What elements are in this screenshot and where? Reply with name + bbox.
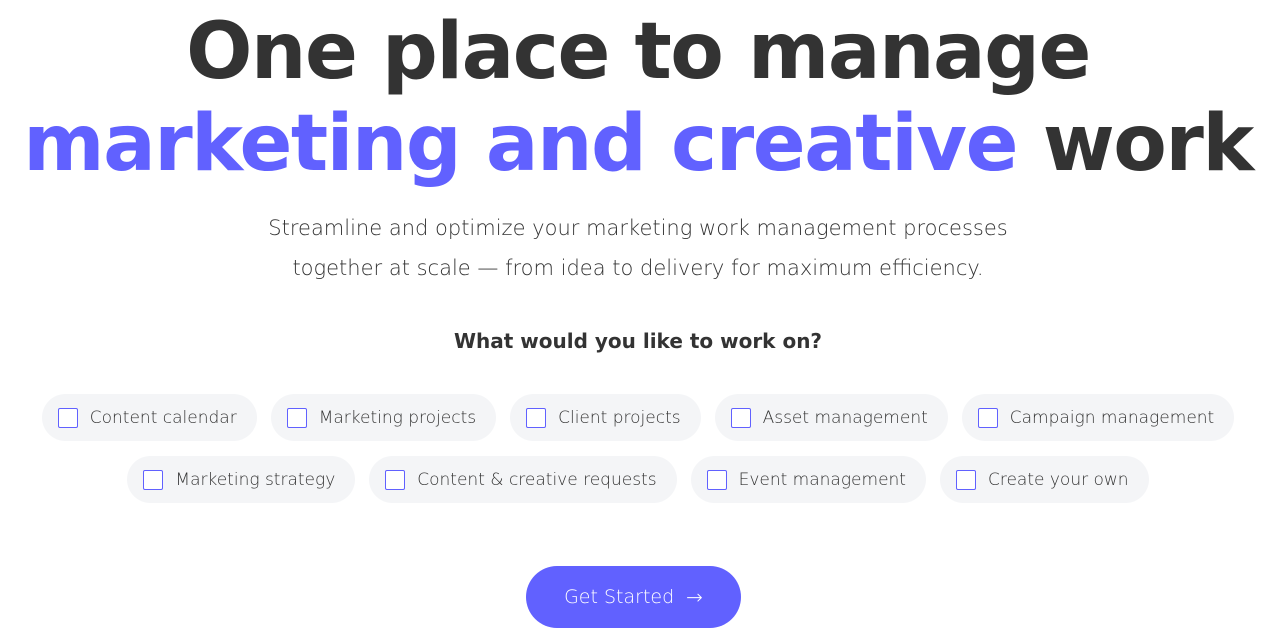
work-question-heading: What would you like to work on? [453,329,823,353]
subtitle-line2: together at scale — from idea to deliver… [292,256,984,280]
option-content-calendar[interactable]: Content calendar [41,394,257,441]
checkbox[interactable] [385,469,406,490]
option-label: Client projects [558,407,681,428]
option-campaign-management[interactable]: Campaign management [961,394,1235,441]
checkbox[interactable] [955,469,976,490]
option-label: Asset management [762,407,928,428]
checkbox[interactable] [526,407,547,428]
hero-subtitle: Streamline and optimize your marketing w… [0,208,1276,288]
options-row-2: Marketing strategy Content & creative re… [0,456,1276,503]
option-label: Content calendar [89,407,237,428]
hero-title: One place to manage marketing and creati… [0,6,1276,190]
option-label: Campaign management [1009,407,1215,428]
option-marketing-projects[interactable]: Marketing projects [270,394,497,441]
hero-title-line1: One place to manage [186,7,1091,97]
subtitle-line1: Streamline and optimize your marketing w… [268,216,1008,240]
checkbox[interactable] [730,407,751,428]
option-label: Marketing projects [318,407,477,428]
option-marketing-strategy[interactable]: Marketing strategy [127,456,356,503]
option-create-your-own[interactable]: Create your own [939,456,1149,503]
checkbox[interactable] [57,407,78,428]
get-started-label: Get Started [564,586,675,608]
checkbox[interactable] [143,469,164,490]
option-label: Content & creative requests [417,469,657,490]
option-content-creative-requests[interactable]: Content & creative requests [369,456,677,503]
option-label: Marketing strategy [175,469,336,490]
hero-title-accent: marketing and creative [23,99,1018,189]
get-started-button[interactable]: Get Started → [526,566,741,628]
option-asset-management[interactable]: Asset management [714,394,948,441]
options-row-1: Content calendar Marketing projects Clie… [0,394,1276,441]
option-label: Event management [738,469,906,490]
option-client-projects[interactable]: Client projects [510,394,701,441]
checkbox[interactable] [706,469,727,490]
arrow-right-icon: → [686,585,703,609]
option-event-management[interactable]: Event management [690,456,926,503]
checkbox[interactable] [286,407,307,428]
hero-title-line2: marketing and creative work [0,98,1276,190]
option-label: Create your own [987,469,1129,490]
checkbox[interactable] [977,407,998,428]
hero-title-rest: work [1017,99,1254,189]
